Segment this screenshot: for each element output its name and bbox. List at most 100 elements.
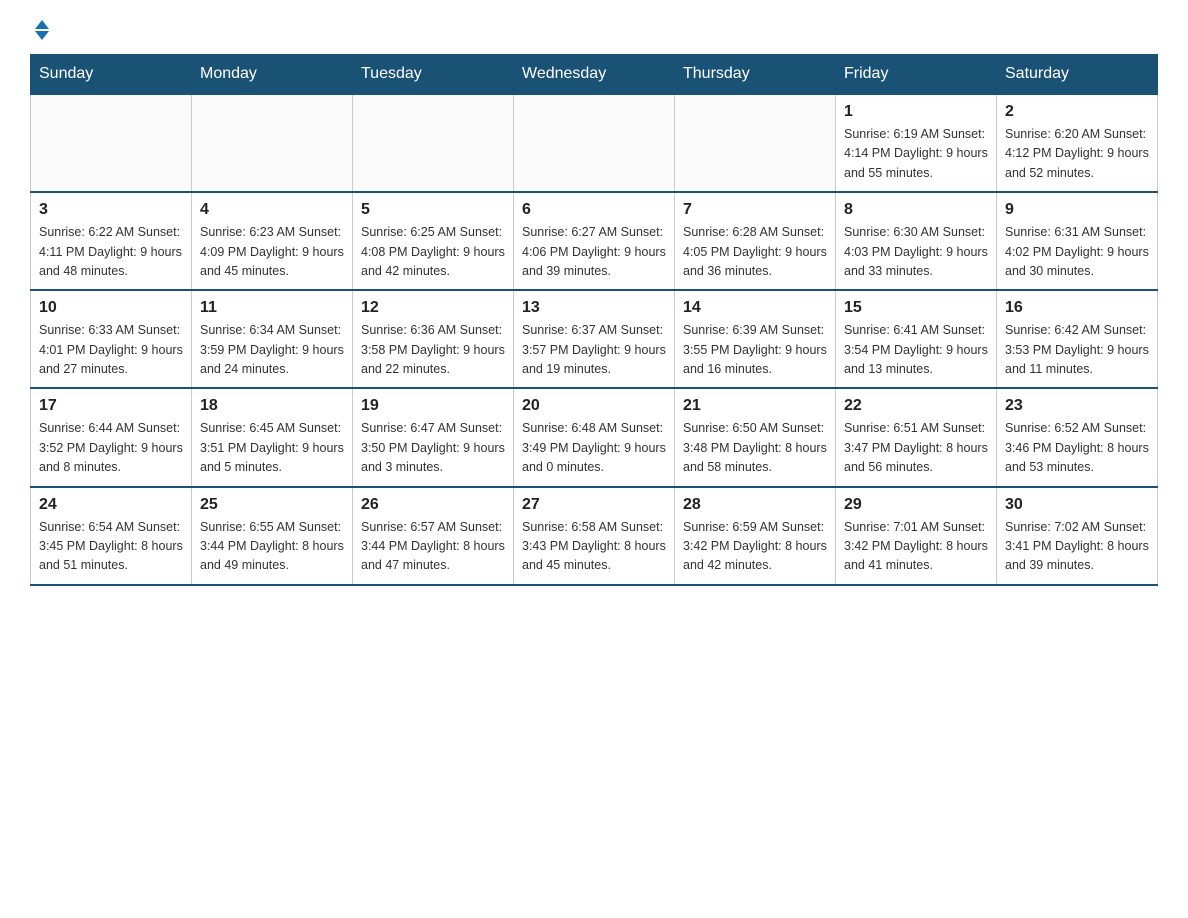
day-number: 29 — [844, 496, 988, 514]
day-number: 28 — [683, 496, 827, 514]
day-number: 12 — [361, 299, 505, 317]
header — [30, 20, 1158, 40]
calendar-cell: 24Sunrise: 6:54 AM Sunset: 3:45 PM Dayli… — [31, 487, 192, 585]
calendar-cell: 19 Sunrise: 6:47 AM Sunset: 3:50 PM Dayli… — [353, 388, 514, 486]
day-number: 15 — [844, 299, 988, 317]
day-info: Sunrise: 6:57 AM Sunset: 3:44 PM Dayligh… — [361, 518, 505, 576]
calendar-week-row: 3Sunrise: 6:22 AM Sunset: 4:11 PM Daylig… — [31, 192, 1158, 290]
calendar-cell: 2 Sunrise: 6:20 AM Sunset: 4:12 PM Daylig… — [997, 94, 1158, 192]
day-number: 1 — [844, 103, 988, 121]
day-number: 2 — [1005, 103, 1149, 121]
calendar-cell — [353, 94, 514, 192]
day-info: Sunrise: 6:28 AM Sunset: 4:05 PM Dayligh… — [683, 223, 827, 281]
calendar-cell: 10 Sunrise: 6:33 AM Sunset: 4:01 PM Dayli… — [31, 290, 192, 388]
logo — [30, 20, 49, 40]
day-info: Sunrise: 6:51 AM Sunset: 3:47 PM Dayligh… — [844, 419, 988, 477]
calendar-cell: 18 Sunrise: 6:45 AM Sunset: 3:51 PM Dayli… — [192, 388, 353, 486]
calendar-table: SundayMondayTuesdayWednesdayThursdayFrid… — [30, 54, 1158, 586]
calendar-cell: 22 Sunrise: 6:51 AM Sunset: 3:47 PM Dayli… — [836, 388, 997, 486]
calendar-cell: 26 Sunrise: 6:57 AM Sunset: 3:44 PM Dayli… — [353, 487, 514, 585]
calendar-cell: 25 Sunrise: 6:55 AM Sunset: 3:44 PM Dayli… — [192, 487, 353, 585]
day-number: 7 — [683, 201, 827, 219]
calendar-cell: 29 Sunrise: 7:01 AM Sunset: 3:42 PM Dayli… — [836, 487, 997, 585]
day-info: Sunrise: 6:27 AM Sunset: 4:06 PM Dayligh… — [522, 223, 666, 281]
day-number: 20 — [522, 397, 666, 415]
logo-chevron-icon — [35, 20, 49, 40]
day-info: Sunrise: 6:41 AM Sunset: 3:54 PM Dayligh… — [844, 321, 988, 379]
day-info: Sunrise: 6:47 AM Sunset: 3:50 PM Dayligh… — [361, 419, 505, 477]
day-number: 26 — [361, 496, 505, 514]
calendar-cell: 12 Sunrise: 6:36 AM Sunset: 3:58 PM Dayli… — [353, 290, 514, 388]
calendar-cell: 3Sunrise: 6:22 AM Sunset: 4:11 PM Daylig… — [31, 192, 192, 290]
day-number: 13 — [522, 299, 666, 317]
calendar-cell: 8 Sunrise: 6:30 AM Sunset: 4:03 PM Daylig… — [836, 192, 997, 290]
day-number: 11 — [200, 299, 344, 317]
day-info: Sunrise: 6:55 AM Sunset: 3:44 PM Dayligh… — [200, 518, 344, 576]
day-number: 9 — [1005, 201, 1149, 219]
day-info: Sunrise: 6:48 AM Sunset: 3:49 PM Dayligh… — [522, 419, 666, 477]
calendar-cell: 11Sunrise: 6:34 AM Sunset: 3:59 PM Dayli… — [192, 290, 353, 388]
calendar-cell: 6 Sunrise: 6:27 AM Sunset: 4:06 PM Daylig… — [514, 192, 675, 290]
calendar-cell: 23Sunrise: 6:52 AM Sunset: 3:46 PM Dayli… — [997, 388, 1158, 486]
calendar-cell — [514, 94, 675, 192]
calendar-cell: 14Sunrise: 6:39 AM Sunset: 3:55 PM Dayli… — [675, 290, 836, 388]
day-number: 10 — [39, 299, 183, 317]
day-number: 19 — [361, 397, 505, 415]
day-info: Sunrise: 6:36 AM Sunset: 3:58 PM Dayligh… — [361, 321, 505, 379]
day-info: Sunrise: 6:59 AM Sunset: 3:42 PM Dayligh… — [683, 518, 827, 576]
header-tuesday: Tuesday — [353, 55, 514, 95]
calendar-cell: 13 Sunrise: 6:37 AM Sunset: 3:57 PM Dayli… — [514, 290, 675, 388]
day-info: Sunrise: 6:37 AM Sunset: 3:57 PM Dayligh… — [522, 321, 666, 379]
day-info: Sunrise: 6:45 AM Sunset: 3:51 PM Dayligh… — [200, 419, 344, 477]
calendar-cell: 16 Sunrise: 6:42 AM Sunset: 3:53 PM Dayli… — [997, 290, 1158, 388]
calendar-cell — [192, 94, 353, 192]
calendar-week-row: 1 Sunrise: 6:19 AM Sunset: 4:14 PM Daylig… — [31, 94, 1158, 192]
day-info: Sunrise: 6:20 AM Sunset: 4:12 PM Dayligh… — [1005, 125, 1149, 183]
logo-blue — [30, 20, 49, 40]
day-info: Sunrise: 6:31 AM Sunset: 4:02 PM Dayligh… — [1005, 223, 1149, 281]
day-number: 21 — [683, 397, 827, 415]
day-number: 3 — [39, 201, 183, 219]
calendar-cell: 21Sunrise: 6:50 AM Sunset: 3:48 PM Dayli… — [675, 388, 836, 486]
calendar-cell: 27 Sunrise: 6:58 AM Sunset: 3:43 PM Dayli… — [514, 487, 675, 585]
day-info: Sunrise: 7:01 AM Sunset: 3:42 PM Dayligh… — [844, 518, 988, 576]
day-info: Sunrise: 7:02 AM Sunset: 3:41 PM Dayligh… — [1005, 518, 1149, 576]
calendar-week-row: 24Sunrise: 6:54 AM Sunset: 3:45 PM Dayli… — [31, 487, 1158, 585]
day-number: 17 — [39, 397, 183, 415]
day-info: Sunrise: 6:52 AM Sunset: 3:46 PM Dayligh… — [1005, 419, 1149, 477]
calendar-cell: 17 Sunrise: 6:44 AM Sunset: 3:52 PM Dayli… — [31, 388, 192, 486]
day-info: Sunrise: 6:30 AM Sunset: 4:03 PM Dayligh… — [844, 223, 988, 281]
calendar-cell — [675, 94, 836, 192]
day-number: 30 — [1005, 496, 1149, 514]
calendar-cell: 7 Sunrise: 6:28 AM Sunset: 4:05 PM Daylig… — [675, 192, 836, 290]
calendar-header-row: SundayMondayTuesdayWednesdayThursdayFrid… — [31, 55, 1158, 95]
day-info: Sunrise: 6:33 AM Sunset: 4:01 PM Dayligh… — [39, 321, 183, 379]
header-monday: Monday — [192, 55, 353, 95]
calendar-cell: 5 Sunrise: 6:25 AM Sunset: 4:08 PM Daylig… — [353, 192, 514, 290]
day-info: Sunrise: 6:25 AM Sunset: 4:08 PM Dayligh… — [361, 223, 505, 281]
day-number: 24 — [39, 496, 183, 514]
calendar-cell: 28 Sunrise: 6:59 AM Sunset: 3:42 PM Dayli… — [675, 487, 836, 585]
calendar-cell: 9 Sunrise: 6:31 AM Sunset: 4:02 PM Daylig… — [997, 192, 1158, 290]
day-number: 16 — [1005, 299, 1149, 317]
day-number: 27 — [522, 496, 666, 514]
calendar-cell: 1 Sunrise: 6:19 AM Sunset: 4:14 PM Daylig… — [836, 94, 997, 192]
day-number: 25 — [200, 496, 344, 514]
day-info: Sunrise: 6:44 AM Sunset: 3:52 PM Dayligh… — [39, 419, 183, 477]
day-number: 5 — [361, 201, 505, 219]
day-number: 8 — [844, 201, 988, 219]
day-info: Sunrise: 6:19 AM Sunset: 4:14 PM Dayligh… — [844, 125, 988, 183]
day-info: Sunrise: 6:23 AM Sunset: 4:09 PM Dayligh… — [200, 223, 344, 281]
header-sunday: Sunday — [31, 55, 192, 95]
day-info: Sunrise: 6:58 AM Sunset: 3:43 PM Dayligh… — [522, 518, 666, 576]
calendar-cell — [31, 94, 192, 192]
day-number: 6 — [522, 201, 666, 219]
day-number: 18 — [200, 397, 344, 415]
header-thursday: Thursday — [675, 55, 836, 95]
calendar-cell: 20 Sunrise: 6:48 AM Sunset: 3:49 PM Dayli… — [514, 388, 675, 486]
day-info: Sunrise: 6:42 AM Sunset: 3:53 PM Dayligh… — [1005, 321, 1149, 379]
header-wednesday: Wednesday — [514, 55, 675, 95]
calendar-week-row: 10 Sunrise: 6:33 AM Sunset: 4:01 PM Dayli… — [31, 290, 1158, 388]
day-number: 4 — [200, 201, 344, 219]
day-number: 22 — [844, 397, 988, 415]
